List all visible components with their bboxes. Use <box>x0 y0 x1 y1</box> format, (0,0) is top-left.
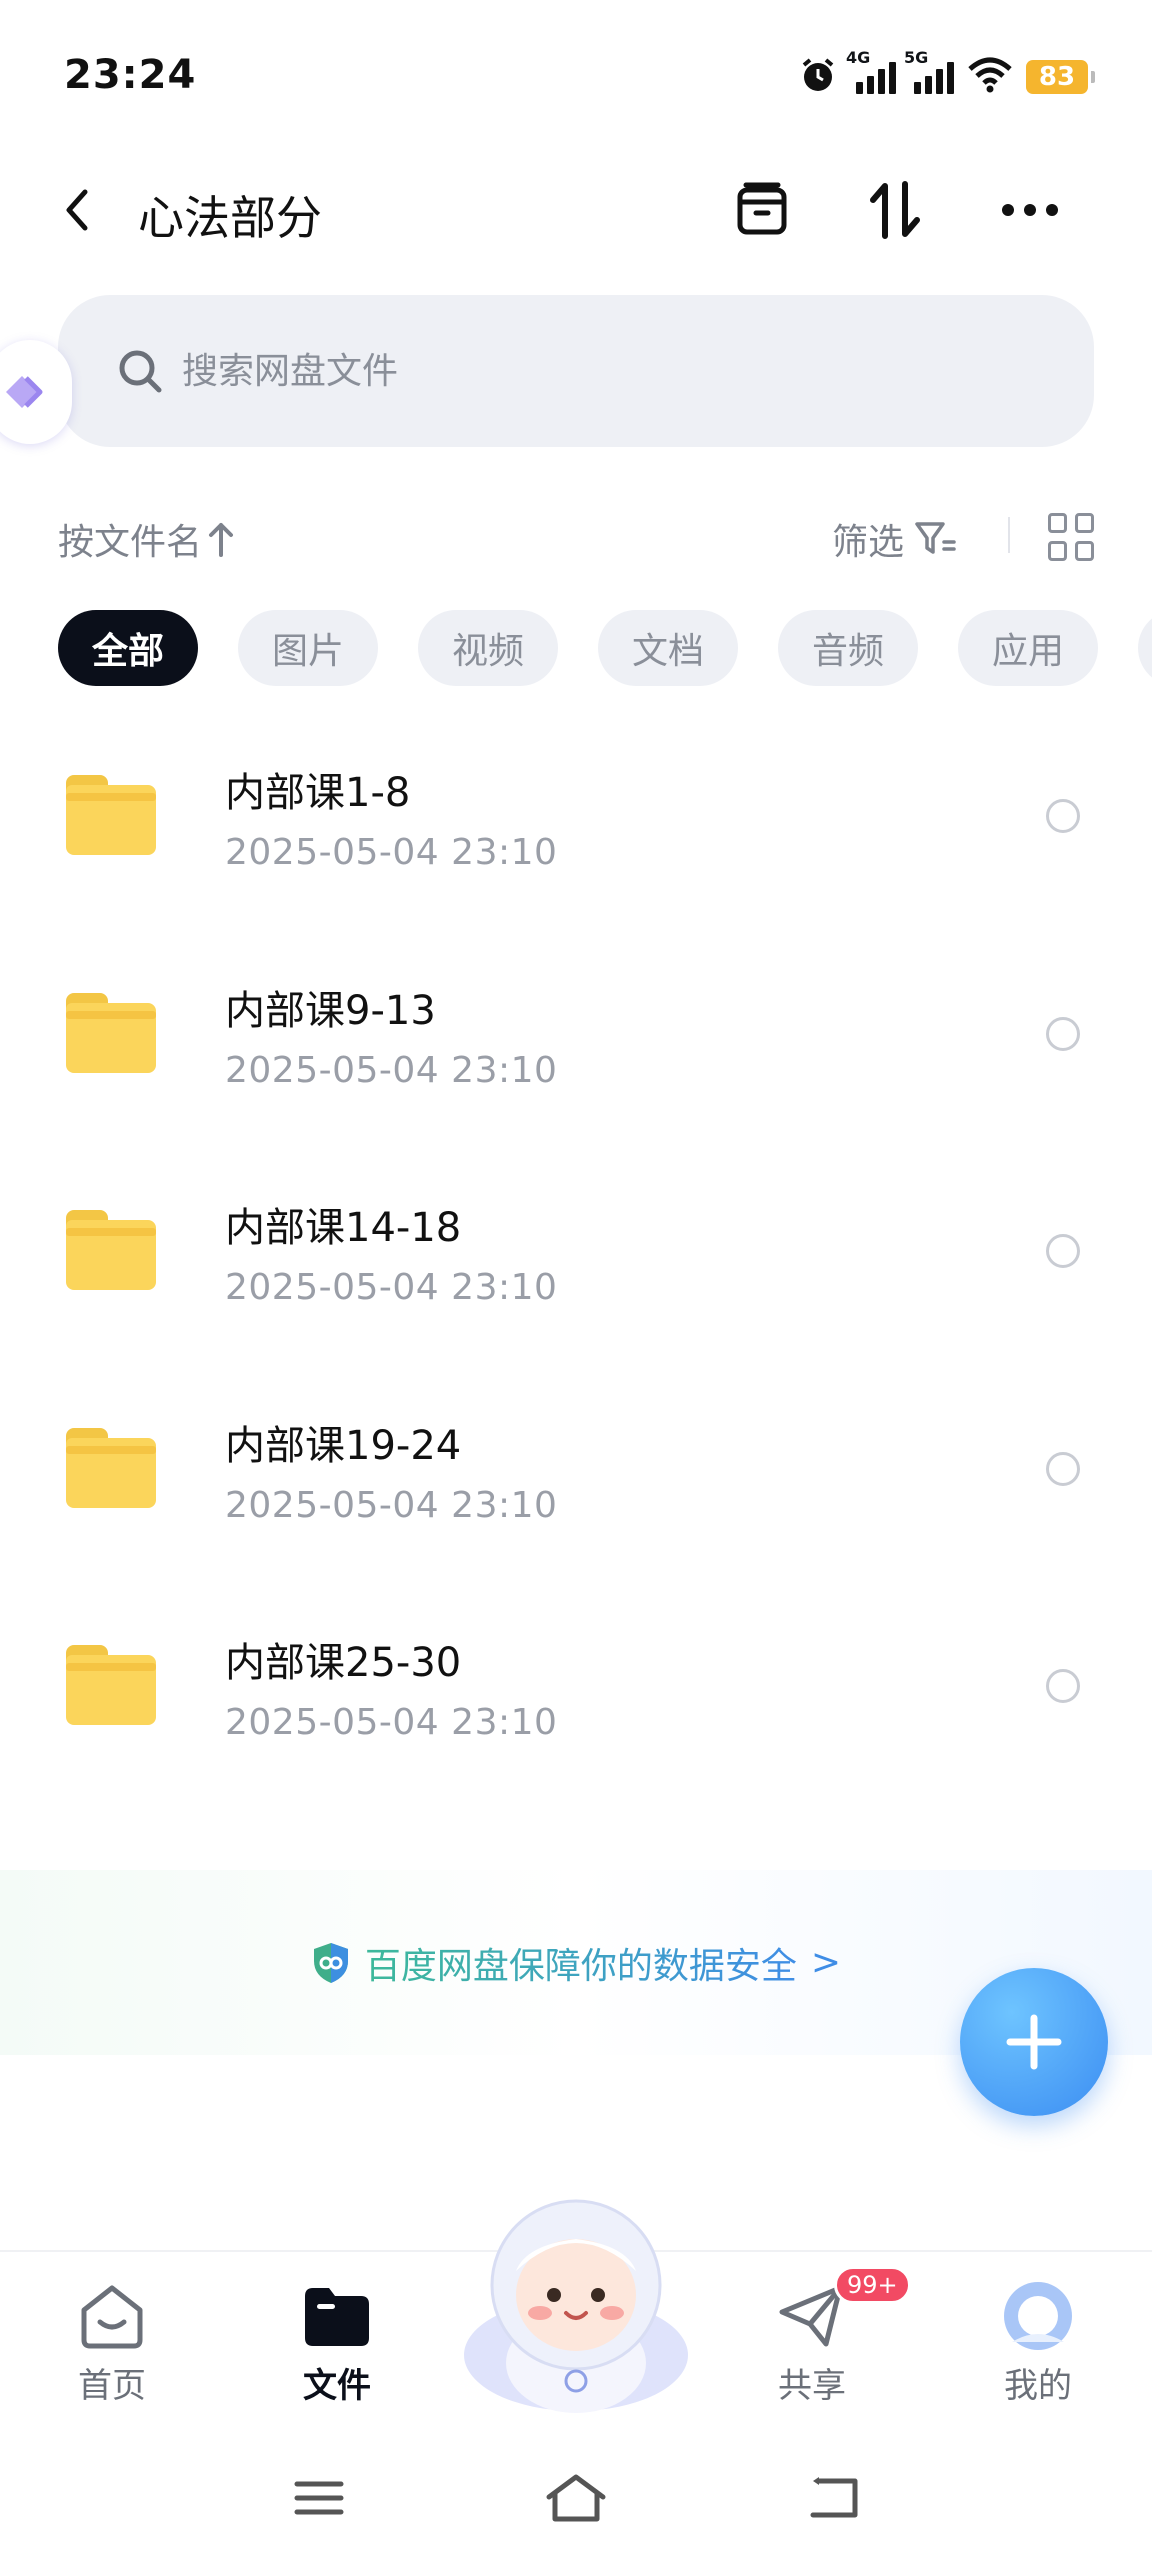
status-bar: 23:24 4G 5G 83 <box>0 0 1152 150</box>
floating-assistant-handle[interactable] <box>0 340 72 444</box>
select-checkbox[interactable] <box>1046 1016 1080 1051</box>
folder-icon <box>66 775 156 855</box>
back-system-icon[interactable] <box>798 2468 868 2528</box>
nav-label: 文件 <box>303 2366 371 2406</box>
file-name: 内部课14-18 <box>225 1205 462 1251</box>
nav-share[interactable]: 99+ 共享 <box>742 2266 911 2407</box>
file-name: 内部课25-30 <box>225 1640 462 1686</box>
top-app-bar: 心法部分 <box>0 160 1152 260</box>
sort-icon <box>870 181 920 239</box>
folder-icon <box>66 1210 156 1290</box>
archive-button[interactable] <box>722 180 802 240</box>
filter-icon <box>915 522 956 554</box>
nav-label: 共享 <box>778 2366 846 2406</box>
security-banner-text: 百度网盘保障你的数据安全 <box>365 1937 797 1989</box>
battery-icon: 83 <box>1026 60 1095 94</box>
chip-apps[interactable]: 应用 <box>958 610 1098 686</box>
folder-icon <box>66 1645 156 1725</box>
wifi-icon <box>968 57 1012 97</box>
chip-documents[interactable]: 文档 <box>598 610 738 686</box>
filter-button[interactable]: 筛选 <box>832 513 956 565</box>
home-system-icon[interactable] <box>541 2468 611 2528</box>
system-nav-bar <box>0 2440 1152 2560</box>
avatar-icon <box>1002 2280 1074 2352</box>
file-row[interactable]: 内部课9-13 2025-05-04 23:10 <box>0 943 1152 1161</box>
nav-home[interactable]: 首页 <box>42 2280 182 2407</box>
select-checkbox[interactable] <box>1046 1451 1080 1486</box>
folder-icon <box>66 992 156 1073</box>
status-time: 23:24 <box>64 52 197 98</box>
sort-label: 按文件名 <box>58 522 203 563</box>
file-date: 2025-05-04 23:10 <box>225 1484 558 1526</box>
network-type-label: 4G <box>846 48 871 67</box>
file-name: 内部课1-8 <box>225 770 411 816</box>
file-row[interactable]: 内部课1-8 2025-05-04 23:10 <box>0 725 1152 943</box>
file-name: 内部课19-24 <box>225 1422 462 1469</box>
back-button[interactable] <box>48 180 108 240</box>
chevron-left-icon <box>66 189 88 231</box>
category-chips: 全部 图片 视频 文档 音频 应用 <box>58 610 1152 690</box>
file-date: 2025-05-04 23:10 <box>225 1267 558 1308</box>
more-button[interactable] <box>990 180 1070 240</box>
nav-profile[interactable]: 我的 <box>968 2280 1108 2407</box>
search-bar[interactable] <box>58 295 1094 447</box>
chip-all[interactable]: 全部 <box>58 610 198 686</box>
send-icon: 99+ <box>776 2266 911 2352</box>
alarm-icon <box>798 55 838 99</box>
arrow-up-icon <box>209 523 234 557</box>
chip-more[interactable] <box>1138 610 1152 686</box>
search-input[interactable] <box>182 350 982 392</box>
chip-images[interactable]: 图片 <box>238 610 378 686</box>
notification-badge: 99+ <box>834 2266 911 2304</box>
file-date: 2025-05-04 23:10 <box>225 832 558 873</box>
home-icon <box>76 2280 148 2352</box>
sort-filter-bar: 按文件名 筛选 <box>0 505 1152 565</box>
assistant-mascot[interactable] <box>458 2185 694 2425</box>
chevron-right-icon: > <box>810 1942 842 1983</box>
file-row[interactable]: 内部课14-18 2025-05-04 23:10 <box>0 1160 1152 1378</box>
chip-videos[interactable]: 视频 <box>418 610 558 686</box>
search-icon <box>116 347 164 395</box>
file-row[interactable]: 内部课25-30 2025-05-04 23:10 <box>0 1595 1152 1813</box>
select-checkbox[interactable] <box>1046 799 1080 833</box>
file-row[interactable]: 内部课19-24 2025-05-04 23:10 <box>0 1378 1152 1596</box>
network-type-label: 5G <box>904 48 929 67</box>
page-title: 心法部分 <box>138 191 322 245</box>
double-chevron-icon <box>6 376 43 408</box>
sort-button[interactable] <box>855 180 935 240</box>
divider <box>1008 517 1010 553</box>
nav-label: 首页 <box>78 2366 146 2406</box>
signal-4g-icon: 4G <box>846 48 896 94</box>
nav-files[interactable]: 文件 <box>267 2280 407 2407</box>
file-date: 2025-05-04 23:10 <box>225 1702 558 1743</box>
menu-icon[interactable] <box>284 2468 354 2528</box>
sort-by-name-button[interactable]: 按文件名 <box>58 513 234 565</box>
more-icon <box>1002 204 1058 216</box>
filter-label: 筛选 <box>832 522 905 563</box>
select-checkbox[interactable] <box>1046 1234 1080 1268</box>
grid-view-icon[interactable] <box>1048 513 1096 561</box>
folder-filled-icon <box>301 2280 373 2352</box>
select-checkbox[interactable] <box>1046 1669 1080 1703</box>
nav-label: 我的 <box>1004 2366 1072 2406</box>
folder-icon <box>66 1427 156 1508</box>
chip-audio[interactable]: 音频 <box>778 610 918 686</box>
file-list: 内部课1-8 2025-05-04 23:10 内部课9-13 2025-05-… <box>0 725 1152 1813</box>
status-icons: 4G 5G 83 <box>798 48 1095 102</box>
file-date: 2025-05-04 23:10 <box>225 1049 558 1091</box>
signal-5g-icon: 5G <box>904 48 954 94</box>
add-button[interactable] <box>960 1968 1108 2116</box>
file-name: 内部课9-13 <box>225 987 436 1034</box>
plus-icon <box>1006 2014 1062 2070</box>
shield-icon <box>313 1942 348 1983</box>
archive-icon <box>737 182 787 235</box>
